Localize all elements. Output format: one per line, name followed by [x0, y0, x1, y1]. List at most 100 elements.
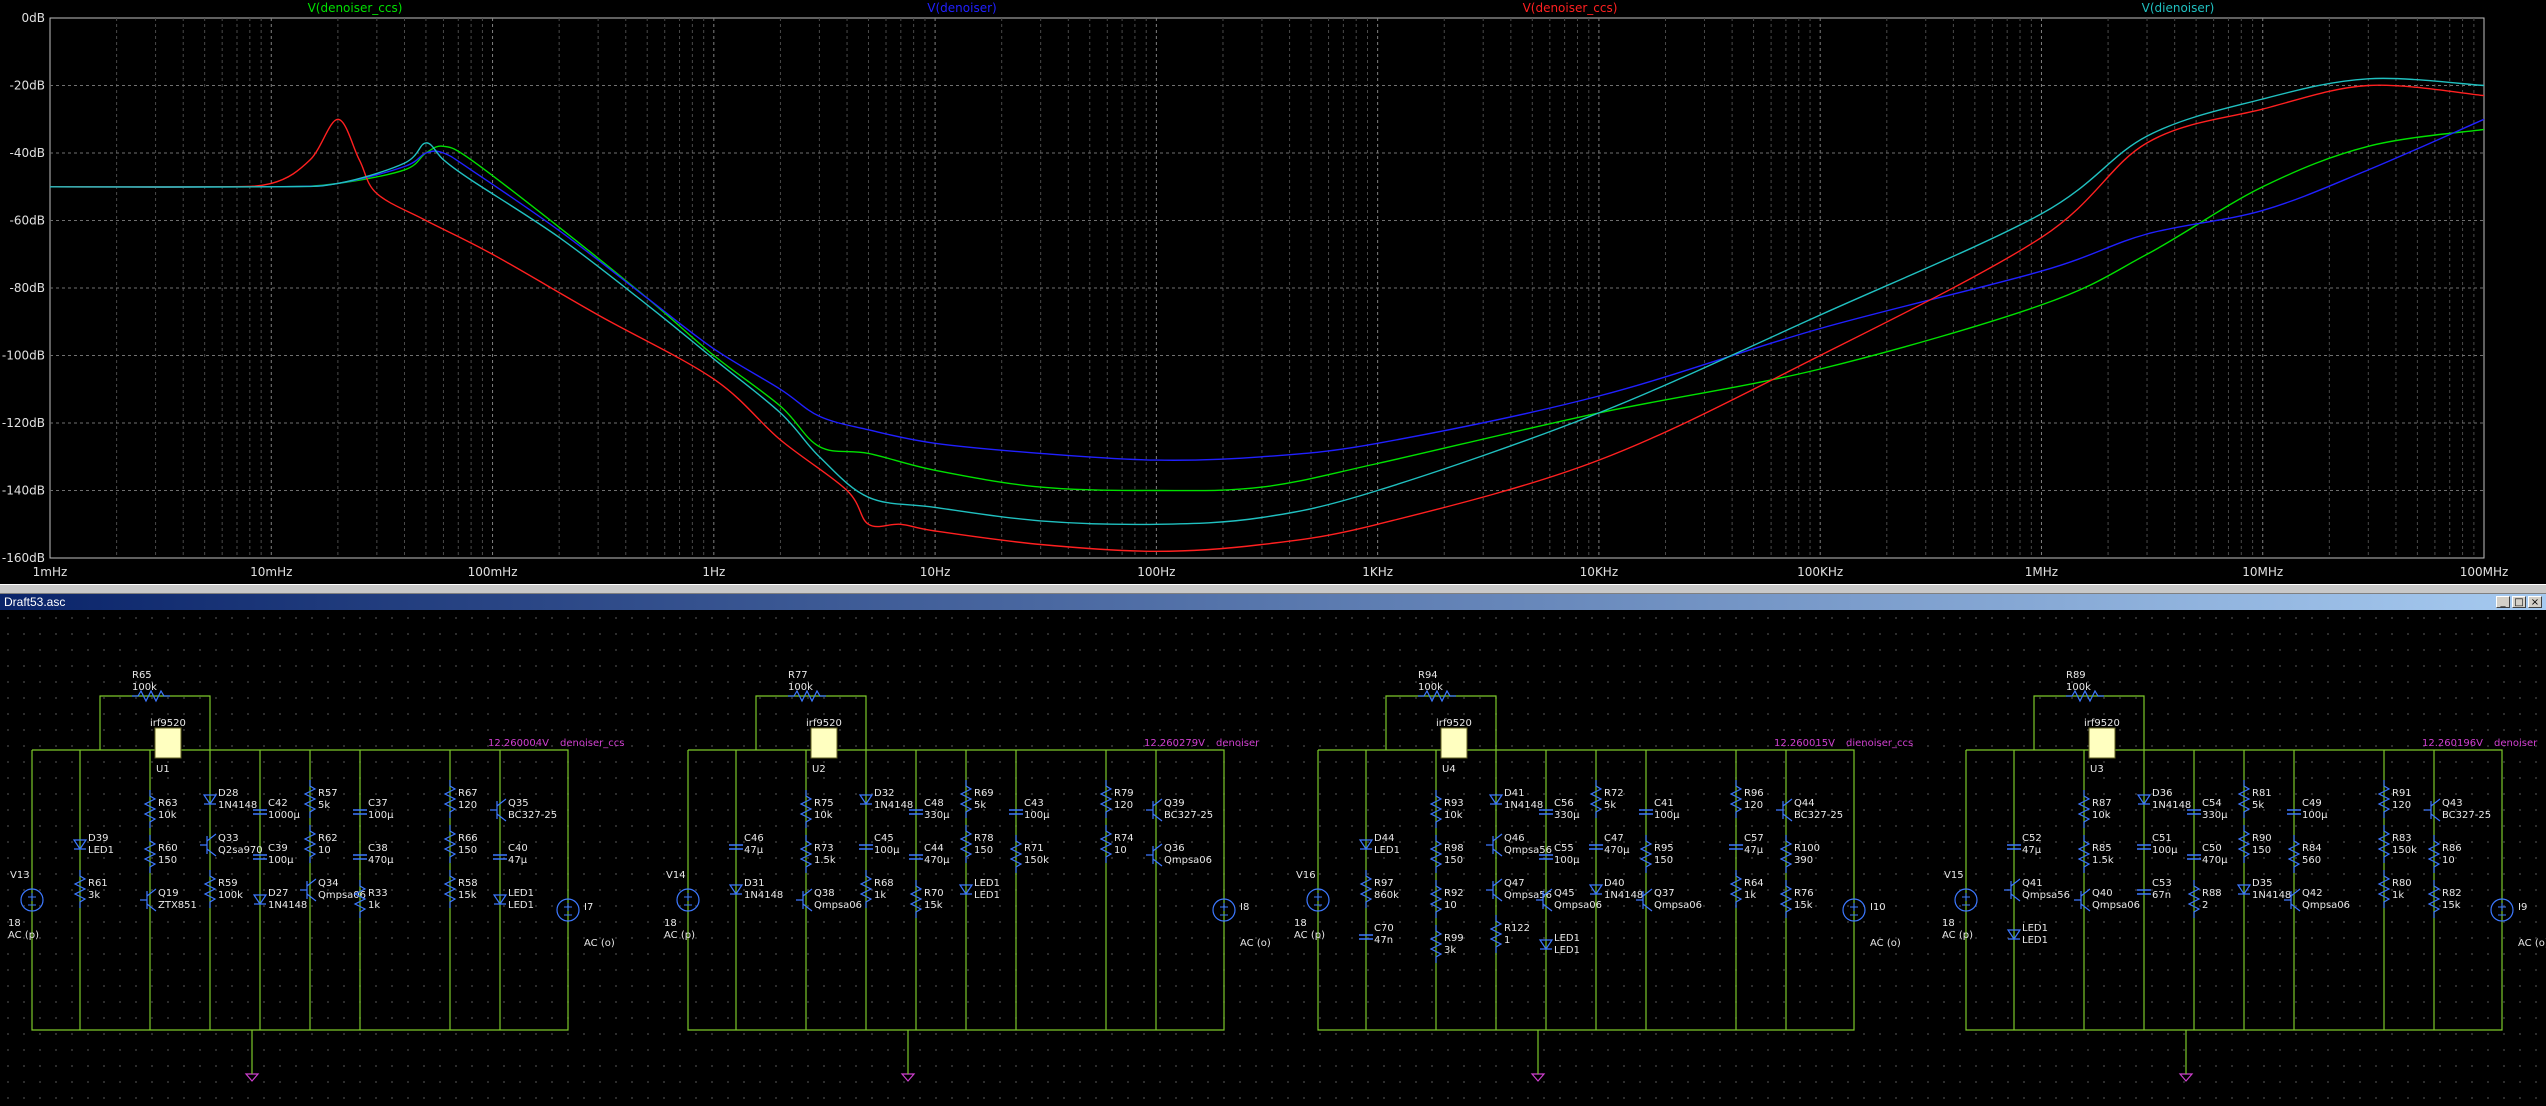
- component-label: R100: [1794, 843, 1820, 854]
- component-label: Q38: [814, 888, 835, 899]
- component-label: LED1: [88, 845, 114, 856]
- mosfet-body[interactable]: [2088, 727, 2116, 759]
- source-ac-label: AC (p): [8, 930, 39, 941]
- transistor-symbol[interactable]: [1486, 833, 1503, 857]
- component-label: Q39: [1164, 798, 1185, 809]
- circuit-stage-4[interactable]: R89100k irf9520 U3 V15 18AC (p) I9 AC (o) 12.26…: [1942, 670, 2546, 1082]
- component-label: BC327-25: [1164, 810, 1213, 821]
- mosfet-body[interactable]: [810, 727, 838, 759]
- component-label: C57: [1744, 833, 1764, 844]
- net-name-label: denoiser: [2494, 738, 2538, 749]
- x-tick-label: 1MHz: [2025, 565, 2058, 579]
- mosfet-ref-label: U4: [1442, 764, 1456, 775]
- transistor-symbol[interactable]: [200, 833, 217, 857]
- component-label: 120: [1114, 800, 1133, 811]
- plot-frame: [49, 17, 2485, 559]
- component-label: 15k: [2442, 900, 2461, 911]
- mosfet-type-label: irf9520: [1436, 718, 1472, 729]
- component-label: Q35: [508, 798, 529, 809]
- x-tick-label: 10Hz: [920, 565, 951, 579]
- transistor-symbol[interactable]: [490, 798, 507, 822]
- component-label: C38: [368, 843, 388, 854]
- schematic-titlebar[interactable]: Draft53.asc _ □ ×: [0, 594, 2546, 610]
- transistor-symbol[interactable]: [140, 888, 157, 912]
- component-label: R68: [874, 878, 894, 889]
- component-label: 120: [458, 800, 477, 811]
- x-tick-label: 100mHz: [468, 565, 518, 579]
- source-ref-label: V16: [1296, 870, 1316, 881]
- component-label: Qmpsa06: [2302, 900, 2350, 911]
- component-label: C52: [2022, 833, 2042, 844]
- source-ref-label: V13: [10, 870, 30, 881]
- component-label: 330µ: [924, 810, 950, 821]
- component-label: 47µ: [2022, 845, 2042, 856]
- mosfet-body[interactable]: [1440, 727, 1468, 759]
- source-ref-label: V14: [666, 870, 686, 881]
- waveform-plot-pane[interactable]: 0dB -20dB -40dB -60dB -80dB -100dB -120dB -140d…: [0, 0, 2546, 584]
- component-label: R69: [974, 788, 994, 799]
- source-value-label: 18: [1942, 918, 1955, 929]
- circuit-stage-2[interactable]: R77100k irf9520 U2 V14 18AC (p) I8 AC (o) 12.26…: [664, 670, 1271, 1082]
- load-ac-label: AC (o): [1870, 938, 1901, 949]
- component-label: 470µ: [924, 855, 950, 866]
- transistor-symbol[interactable]: [2424, 798, 2441, 822]
- bode-plot[interactable]: 0dB -20dB -40dB -60dB -80dB -100dB -120dB -140d…: [0, 0, 2546, 584]
- transistor-symbol[interactable]: [300, 878, 317, 902]
- component-label: 15k: [924, 900, 943, 911]
- component-label: LED1: [1554, 945, 1580, 956]
- y-tick-label: -140dB: [2, 484, 45, 498]
- x-tick-label: 10MHz: [2242, 565, 2283, 579]
- component-label: C53: [2152, 878, 2172, 889]
- component-label: 47n: [1374, 935, 1393, 946]
- component-label: R94: [1418, 670, 1438, 681]
- component-label: 5k: [318, 800, 330, 811]
- maximize-icon[interactable]: □: [2512, 596, 2526, 608]
- ground-icon: [2178, 1073, 2194, 1082]
- component-label: 1N4148: [744, 890, 783, 901]
- component-label: R61: [88, 878, 108, 889]
- load-ref-label: I9: [2518, 902, 2527, 913]
- component-label: 10: [2442, 855, 2455, 866]
- schematic-drawing[interactable]: R65100kirf9520U1V1318AC (p)I7AC (o)12.26…: [0, 610, 2546, 1102]
- component-label: C40: [508, 843, 528, 854]
- schematic-canvas[interactable]: R65 100k irf9520 U1 V13 18 AC (p) I7 AC (o) 12.26…: [0, 610, 2546, 1102]
- pane-splitter[interactable]: [0, 584, 2546, 594]
- net-name-label: dienoiser_ccs: [1846, 738, 1913, 749]
- component-label: 5k: [1604, 800, 1616, 811]
- transistor-symbol[interactable]: [796, 888, 813, 912]
- minimize-icon[interactable]: _: [2496, 596, 2510, 608]
- transistor-symbol[interactable]: [1146, 798, 1163, 822]
- component-label: C70: [1374, 923, 1394, 934]
- transistor-symbol[interactable]: [1486, 878, 1503, 902]
- ground-icon: [900, 1073, 916, 1082]
- component-label: R92: [1444, 888, 1464, 899]
- component-label: 10k: [2092, 810, 2111, 821]
- component-label: 390: [1794, 855, 1813, 866]
- transistor-symbol[interactable]: [2074, 888, 2091, 912]
- close-icon[interactable]: ×: [2528, 596, 2542, 608]
- load-ac-label: AC (o): [584, 938, 615, 949]
- net-name-label: denoiser_ccs: [560, 738, 624, 749]
- y-tick-label: 0dB: [22, 11, 45, 25]
- x-tick-label: 100KHz: [1797, 565, 1843, 579]
- load-ref-label: I10: [1870, 902, 1886, 913]
- component-label: R89: [2066, 670, 2086, 681]
- component-label: 100k: [1418, 682, 1443, 693]
- component-label: Q45: [1554, 888, 1575, 899]
- circuit-stage-3[interactable]: R94100k irf9520 U4 V16 18AC (p) I10 AC (o) 12.2…: [1294, 670, 1913, 1082]
- component-label: D27: [268, 888, 288, 899]
- component-label: 1k: [874, 890, 886, 901]
- component-label: 10: [318, 845, 331, 856]
- component-label: 860k: [1374, 890, 1399, 901]
- component-label: Qmpsa06: [1554, 900, 1602, 911]
- circuit-stage-1[interactable]: R65100kirf9520U1V1318AC (p)I7AC (o)12.26…: [8, 670, 624, 1082]
- transistor-symbol[interactable]: [1776, 798, 1793, 822]
- mosfet-body[interactable]: [154, 727, 182, 759]
- component-label: Q43: [2442, 798, 2463, 809]
- schematic-window[interactable]: Draft53.asc _ □ × R65 100k irf9520 U1 V13 18 A…: [0, 594, 2546, 1102]
- transistor-symbol[interactable]: [1146, 843, 1163, 867]
- load-ref-label: I7: [584, 902, 593, 913]
- transistor-symbol[interactable]: [2004, 878, 2021, 902]
- component-label: R64: [1744, 878, 1764, 889]
- component-label: 3k: [1444, 945, 1456, 956]
